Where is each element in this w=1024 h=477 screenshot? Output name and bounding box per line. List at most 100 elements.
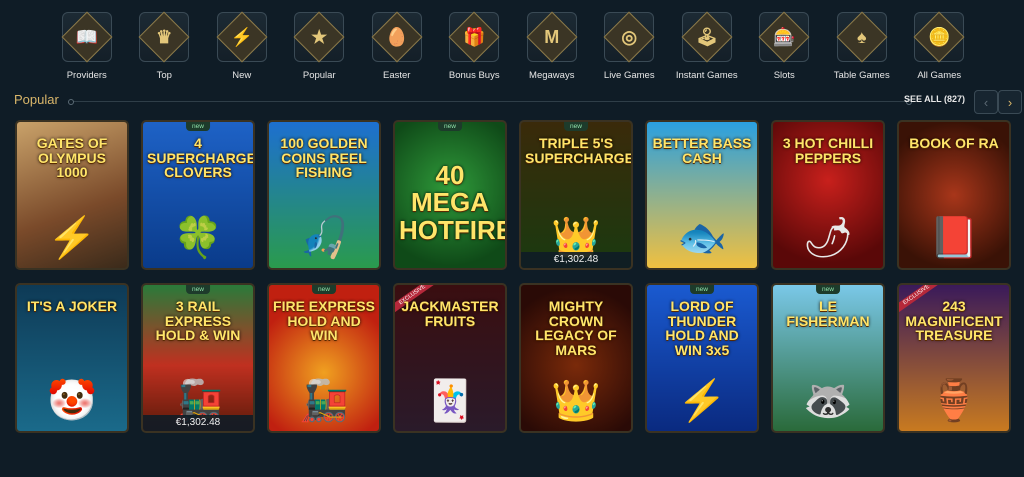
category-label: Table Games <box>833 70 890 81</box>
prev-page-button[interactable]: ‹ <box>974 90 998 114</box>
category-label: Providers <box>66 70 107 81</box>
category-glyph-icon: M <box>544 27 560 47</box>
game-tile[interactable]: new 40 MEGA HOTFIRE <box>393 120 507 270</box>
new-badge: new <box>186 122 210 131</box>
category-icon: ◎ <box>604 12 655 62</box>
category-top[interactable]: ♛ Top <box>126 10 204 90</box>
category-glyph-icon: 🎰 <box>773 27 796 47</box>
game-tile[interactable]: new TRIPLE 5'S SUPERCHARGED 👑 €1,302.48 <box>519 120 633 270</box>
new-badge: new <box>564 122 588 131</box>
game-tile[interactable]: new 3 RAIL EXPRESS HOLD & WIN 🚂 €1,302.48 <box>141 283 255 433</box>
category-label: All Games <box>917 70 962 81</box>
category-glyph-icon: 🕹 <box>695 27 719 47</box>
game-tile[interactable]: 3 HOT CHILLI PEPPERS 🌶 <box>771 120 885 270</box>
game-art-icon: 🦝 <box>803 379 853 423</box>
category-popular[interactable]: ★ Popular <box>281 10 359 90</box>
category-providers[interactable]: 📖 Providers <box>48 10 126 90</box>
game-title: MIGHTY CROWN LEGACY OF MARS <box>535 298 617 359</box>
category-live-games[interactable]: ◎ Live Games <box>591 10 669 90</box>
game-title: 243 MAGNIFICENT TREASURE <box>905 298 1003 344</box>
game-tile[interactable]: BOOK OF RA 📕 <box>897 120 1011 270</box>
jackpot-amount: €1,302.48 <box>521 252 631 268</box>
category-megaways[interactable]: M Megaways <box>513 10 591 90</box>
category-table-games[interactable]: ♠ Table Games <box>823 10 901 90</box>
game-art-icon: 🎣 <box>299 216 349 260</box>
game-title: BETTER BASS CASH <box>652 135 752 166</box>
game-title: 4 SUPERCHARGED CLOVERS <box>147 135 255 181</box>
category-glyph-icon: 🪙 <box>928 27 951 47</box>
category-glyph-icon: ★ <box>311 27 328 47</box>
category-label: New <box>232 70 252 81</box>
category-label: Popular <box>302 70 336 81</box>
game-row: GATES OF OLYMPUS 1000 ⚡ new 4 SUPERCHARGED … <box>15 120 1015 270</box>
category-all-games[interactable]: 🪙 All Games <box>901 10 979 90</box>
game-tile[interactable]: new LE FISHERMAN 🦝 <box>771 283 885 433</box>
category-icon: ♛ <box>139 12 190 62</box>
new-badge: new <box>438 122 462 131</box>
category-glyph-icon: ⚡ <box>230 27 253 47</box>
game-tile[interactable]: 100 GOLDEN COINS REEL FISHING 🎣 <box>267 120 381 270</box>
category-icon: 🎰 <box>759 12 810 62</box>
game-title: 3 HOT CHILLI PEPPERS <box>782 135 874 166</box>
game-title: IT'S A JOKER <box>26 298 118 314</box>
category-icon: ⚡ <box>216 12 267 62</box>
category-easter[interactable]: 🥚 Easter <box>358 10 436 90</box>
category-icon: ♠ <box>836 12 887 62</box>
category-icon: 🕹 <box>681 12 732 62</box>
category-glyph-icon: 🎁 <box>463 27 486 47</box>
game-art-icon: 🤡 <box>47 379 97 423</box>
category-glyph-icon: 🥚 <box>385 27 408 47</box>
category-icon: 🪙 <box>914 12 965 62</box>
game-tile[interactable]: IT'S A JOKER 🤡 <box>15 283 129 433</box>
chevron-right-icon: › <box>1007 94 1013 110</box>
category-new[interactable]: ⚡ New <box>203 10 281 90</box>
game-title: 3 RAIL EXPRESS HOLD & WIN <box>155 298 241 344</box>
category-label: Bonus Buys <box>448 70 500 81</box>
category-icon: M <box>526 12 577 62</box>
game-title: JACKMASTER FRUITS <box>401 298 499 329</box>
new-badge: new <box>690 285 714 294</box>
category-icon: 📖 <box>61 12 112 62</box>
game-art-icon: 🃏 <box>425 379 475 423</box>
category-label: Slots <box>773 70 795 81</box>
category-icon: ★ <box>294 12 345 62</box>
game-art-icon: 🚂 <box>299 379 349 423</box>
game-row: IT'S A JOKER 🤡 new 3 RAIL EXPRESS HOLD & WI… <box>15 283 1015 433</box>
section-title: Popular <box>14 92 59 107</box>
category-glyph-icon: 📖 <box>75 27 98 47</box>
game-tile[interactable]: MIGHTY CROWN LEGACY OF MARS 👑 <box>519 283 633 433</box>
game-art-icon: 🌶 <box>802 216 854 260</box>
category-glyph-icon: ♛ <box>156 27 173 47</box>
category-bonus-buys[interactable]: 🎁 Bonus Buys <box>436 10 514 90</box>
see-all-link[interactable]: SEE ALL (827) <box>904 94 965 104</box>
new-badge: new <box>186 285 210 294</box>
game-title: LE FISHERMAN <box>786 298 870 329</box>
category-label: Megaways <box>529 70 575 81</box>
game-tile[interactable]: new LORD OF THUNDER HOLD AND WIN 3x5 ⚡ <box>645 283 759 433</box>
game-tile[interactable]: EXCLUSIVE 243 MAGNIFICENT TREASURE 🏺 <box>897 283 1011 433</box>
game-tile[interactable]: new 4 SUPERCHARGED CLOVERS 🍀 <box>141 120 255 270</box>
game-tile[interactable]: new FIRE EXPRESS HOLD AND WIN 🚂 <box>267 283 381 433</box>
new-badge: new <box>816 285 840 294</box>
game-tile[interactable]: GATES OF OLYMPUS 1000 ⚡ <box>15 120 129 270</box>
chevron-left-icon: ‹ <box>983 94 989 110</box>
game-art-icon: 👑 <box>551 379 601 423</box>
category-instant-games[interactable]: 🕹 Instant Games <box>668 10 746 90</box>
category-label: Live Games <box>603 70 655 81</box>
game-art-icon: 🍀 <box>173 216 223 260</box>
game-title: 100 GOLDEN COINS REEL FISHING <box>280 135 368 181</box>
section-divider <box>68 99 912 105</box>
jackpot-amount: €1,302.48 <box>143 415 253 431</box>
section-header: Popular SEE ALL (827) ‹ › <box>14 90 1022 114</box>
category-label: Instant Games <box>675 70 738 81</box>
game-title: GATES OF OLYMPUS 1000 <box>36 135 108 181</box>
game-art-icon: 📕 <box>929 216 979 260</box>
game-tile[interactable]: BETTER BASS CASH 🐟 <box>645 120 759 270</box>
next-page-button[interactable]: › <box>998 90 1022 114</box>
category-slots[interactable]: 🎰 Slots <box>746 10 824 90</box>
game-tile[interactable]: EXCLUSIVE JACKMASTER FRUITS 🃏 <box>393 283 507 433</box>
game-grid: GATES OF OLYMPUS 1000 ⚡ new 4 SUPERCHARGED … <box>15 120 1015 446</box>
category-icon: 🎁 <box>449 12 500 62</box>
game-title: 40 MEGA HOTFIRE <box>399 160 507 245</box>
game-art-icon: 🐟 <box>677 216 727 260</box>
